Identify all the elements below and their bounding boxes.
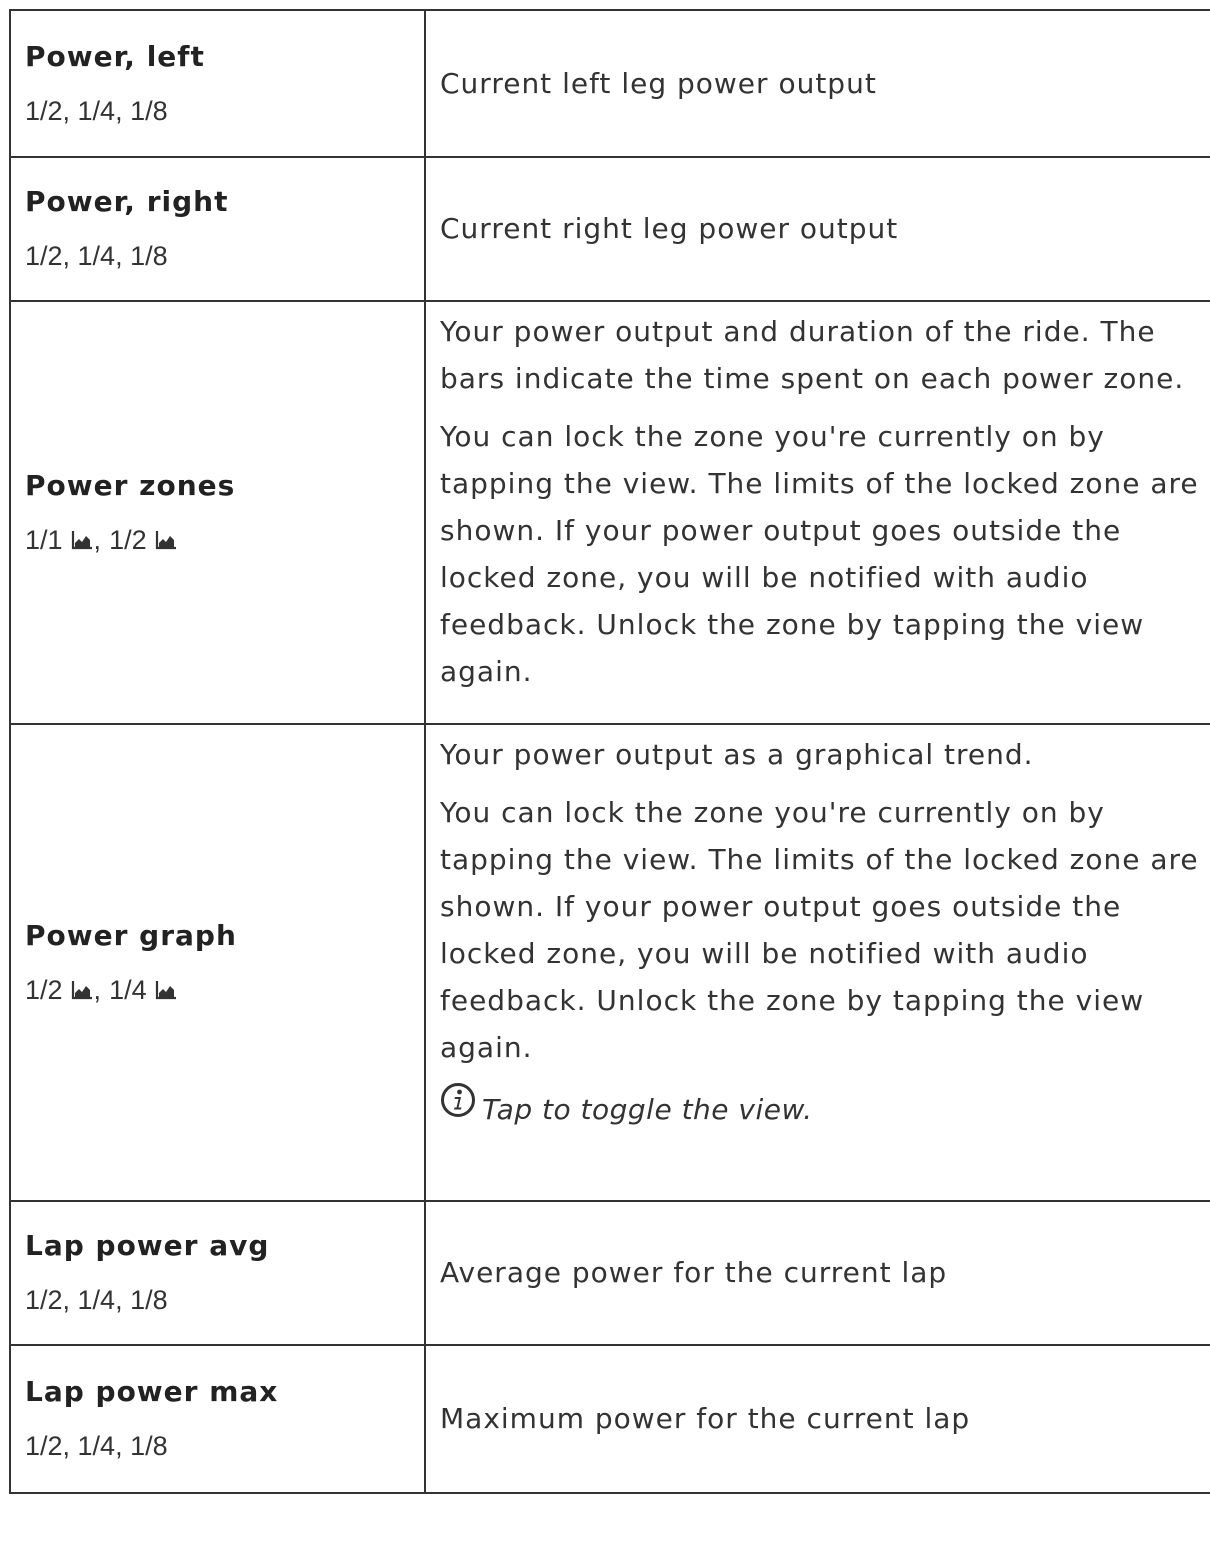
chart-icon — [155, 980, 176, 999]
view-description: Current right leg power output — [440, 212, 899, 245]
view-name-cell: Power, right 1/2, 1/4, 1/8 — [9, 156, 426, 302]
view-name: Lap power max — [25, 1375, 279, 1408]
tip-note: Tap to toggle the view. — [440, 1082, 1208, 1128]
size-separator: , — [93, 524, 102, 555]
tip-text: Tap to toggle the view. — [482, 1093, 813, 1126]
chart-icon — [71, 530, 92, 549]
view-name-cell: Power zones 1/1 , 1/2 — [9, 300, 426, 725]
view-name-cell: Power, left 1/2, 1/4, 1/8 — [9, 9, 426, 158]
view-description-cell: Current right leg power output — [424, 156, 1210, 302]
size-option: 1/2 — [25, 974, 63, 1005]
view-name-cell: Lap power avg 1/2, 1/4, 1/8 — [9, 1200, 426, 1346]
view-name: Power, left — [25, 39, 205, 73]
size-separator: , — [93, 974, 102, 1005]
view-description-cell: Your power output and duration of the ri… — [424, 300, 1210, 725]
view-sizes: 1/2, 1/4, 1/8 — [25, 241, 168, 271]
view-description: You can lock the zone you're currently o… — [440, 420, 1199, 688]
view-description: You can lock the zone you're currently o… — [440, 796, 1199, 1064]
size-option: 1/1 — [25, 524, 63, 555]
view-description-cell: Maximum power for the current lap — [424, 1344, 1210, 1494]
view-name: Lap power avg — [25, 1229, 270, 1262]
view-sizes: 1/1 , 1/2 — [25, 522, 424, 558]
view-sizes: 1/2, 1/4, 1/8 — [25, 1431, 168, 1461]
table-row: Lap power avg 1/2, 1/4, 1/8 Average powe… — [9, 1200, 1210, 1346]
view-sizes: 1/2 , 1/4 — [25, 972, 424, 1008]
view-name: Power, right — [25, 185, 229, 218]
size-option: 1/4 — [109, 974, 147, 1005]
view-description-cell: Your power output as a graphical trend. … — [424, 723, 1210, 1202]
table-row: Power, right 1/2, 1/4, 1/8 Current right… — [9, 156, 1210, 302]
view-description: Your power output as a graphical trend. — [440, 738, 1034, 771]
view-description: Maximum power for the current lap — [440, 1402, 971, 1435]
table-row: Lap power max 1/2, 1/4, 1/8 Maximum powe… — [9, 1344, 1210, 1494]
training-views-table: Power, left 1/2, 1/4, 1/8 Current left l… — [9, 9, 1210, 1494]
info-icon — [441, 1083, 475, 1117]
table-row: Power, left 1/2, 1/4, 1/8 Current left l… — [9, 9, 1210, 158]
view-name: Power graph — [25, 918, 237, 952]
view-description: Average power for the current lap — [440, 1256, 948, 1289]
view-description-cell: Current left leg power output — [424, 9, 1210, 158]
view-sizes: 1/2, 1/4, 1/8 — [25, 1285, 168, 1315]
view-sizes: 1/2, 1/4, 1/8 — [25, 95, 168, 126]
table-row: Power graph 1/2 , 1/4 Your power output … — [9, 723, 1210, 1202]
table-row: Power zones 1/1 , 1/2 Your power output … — [9, 300, 1210, 725]
view-description-cell: Average power for the current lap — [424, 1200, 1210, 1346]
view-description: Current left leg power output — [440, 66, 877, 100]
view-name-cell: Power graph 1/2 , 1/4 — [9, 723, 426, 1202]
chart-icon — [155, 530, 176, 549]
view-name-cell: Lap power max 1/2, 1/4, 1/8 — [9, 1344, 426, 1494]
size-option: 1/2 — [109, 524, 147, 555]
view-name: Power zones — [25, 468, 236, 502]
view-description: Your power output and duration of the ri… — [440, 315, 1185, 395]
chart-icon — [71, 980, 92, 999]
